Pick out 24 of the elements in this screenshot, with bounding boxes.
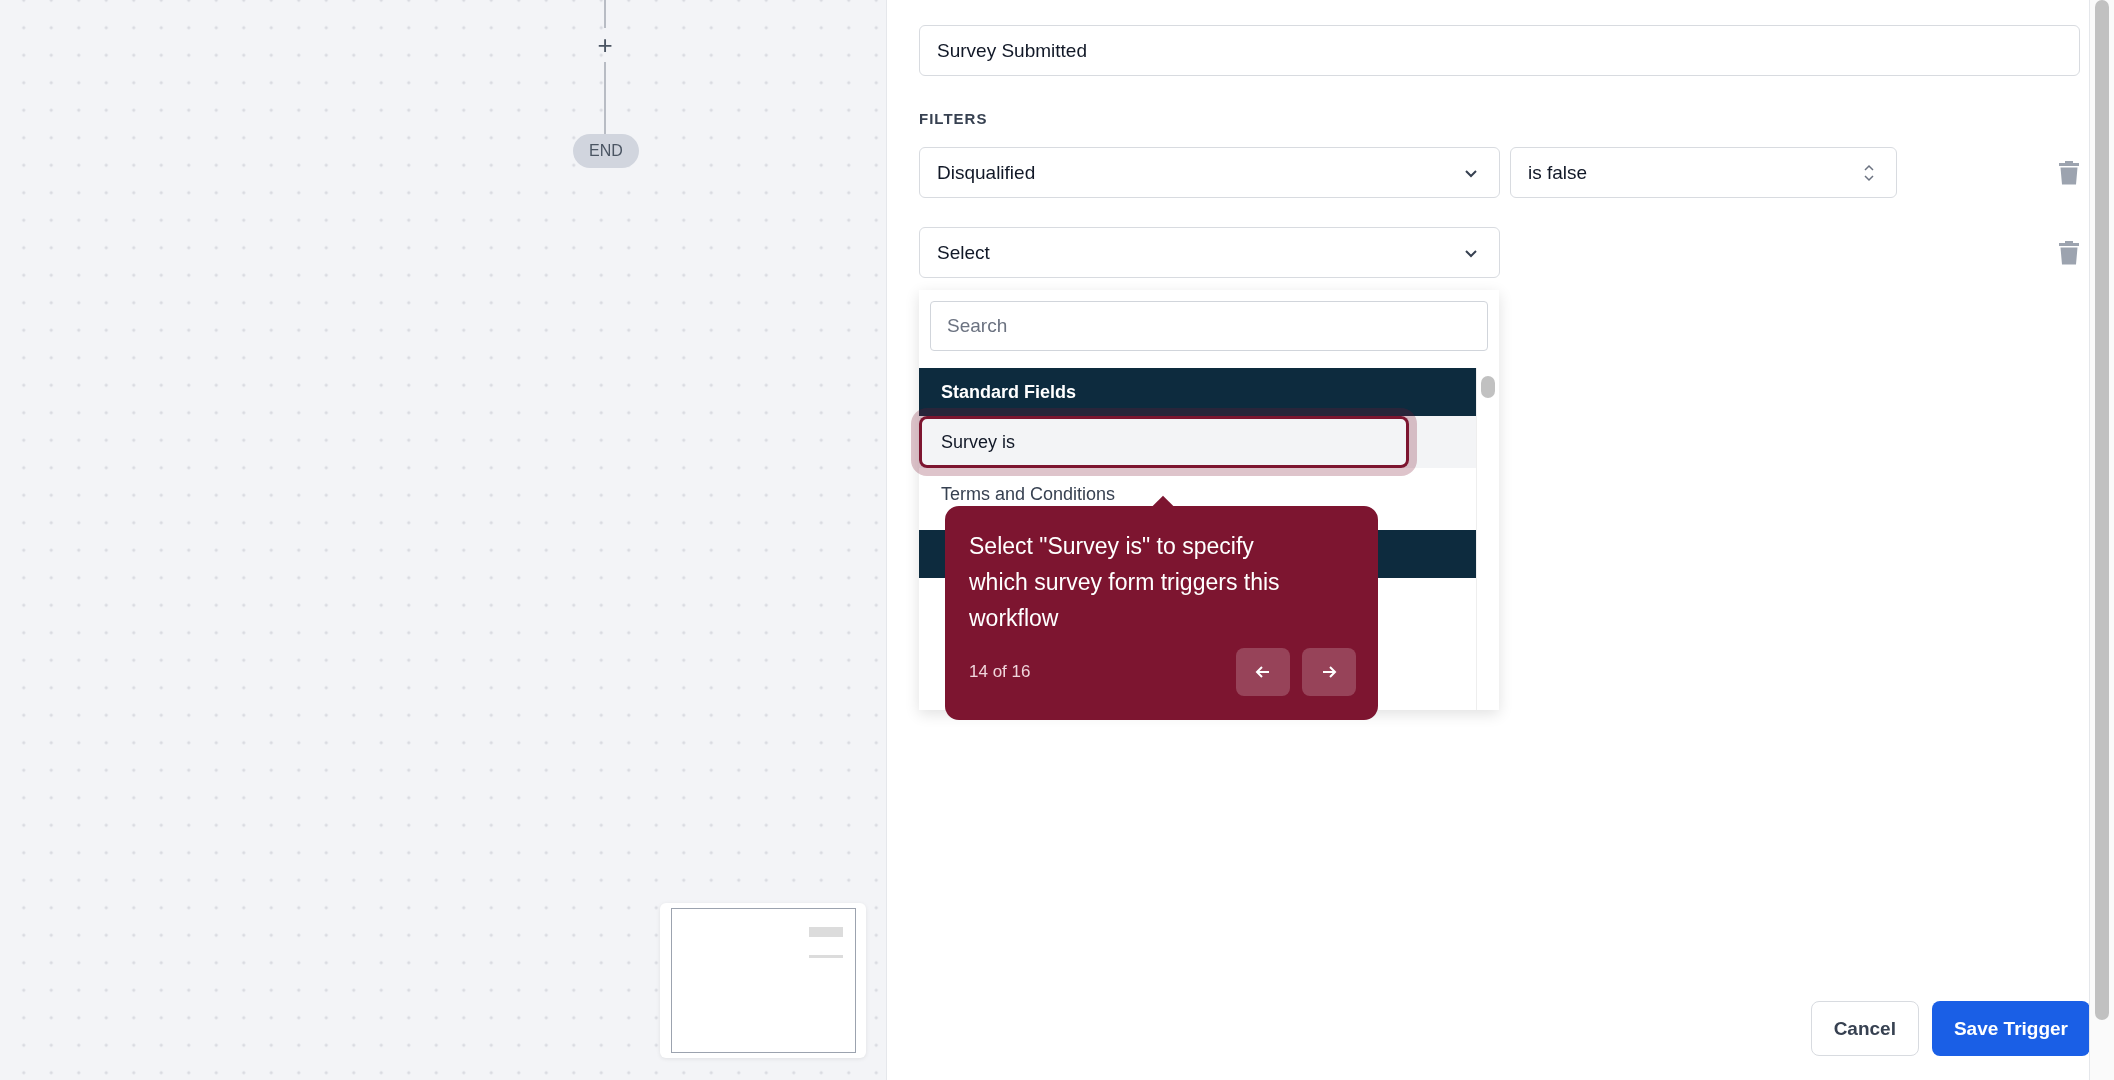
field-select[interactable]: Select xyxy=(919,227,1500,278)
add-step-button[interactable]: + xyxy=(594,30,616,60)
save-button[interactable]: Save Trigger xyxy=(1931,1001,2090,1056)
trash-icon[interactable] xyxy=(2058,239,2080,266)
minimap-line xyxy=(809,955,843,958)
trash-icon[interactable] xyxy=(2058,159,2080,186)
operator-select[interactable]: is false xyxy=(1510,147,1897,198)
scrollbar-thumb[interactable] xyxy=(1481,376,1495,398)
minimap[interactable] xyxy=(660,903,866,1058)
connector-line xyxy=(604,62,606,134)
step-counter: 14 of 16 xyxy=(969,662,1031,682)
previous-button[interactable] xyxy=(1236,648,1290,696)
search-field[interactable]: Search xyxy=(930,301,1488,351)
cancel-button[interactable]: Cancel xyxy=(1810,1001,1919,1056)
end-node: END xyxy=(573,134,639,168)
minimap-block xyxy=(809,927,843,937)
group-title: Standard Fields xyxy=(941,381,1077,403)
section-title: FILTERS xyxy=(919,110,989,127)
scrollbar-thumb[interactable] xyxy=(2095,0,2109,1020)
trigger-name-field[interactable]: Survey Submitted xyxy=(919,25,2080,76)
field-select[interactable]: Disqualified xyxy=(919,147,1500,198)
tooltip-text: Select "Survey is" to specify which survey form triggers this workflow xyxy=(969,532,1281,633)
next-button[interactable] xyxy=(1302,648,1356,696)
connector-line xyxy=(604,0,606,28)
